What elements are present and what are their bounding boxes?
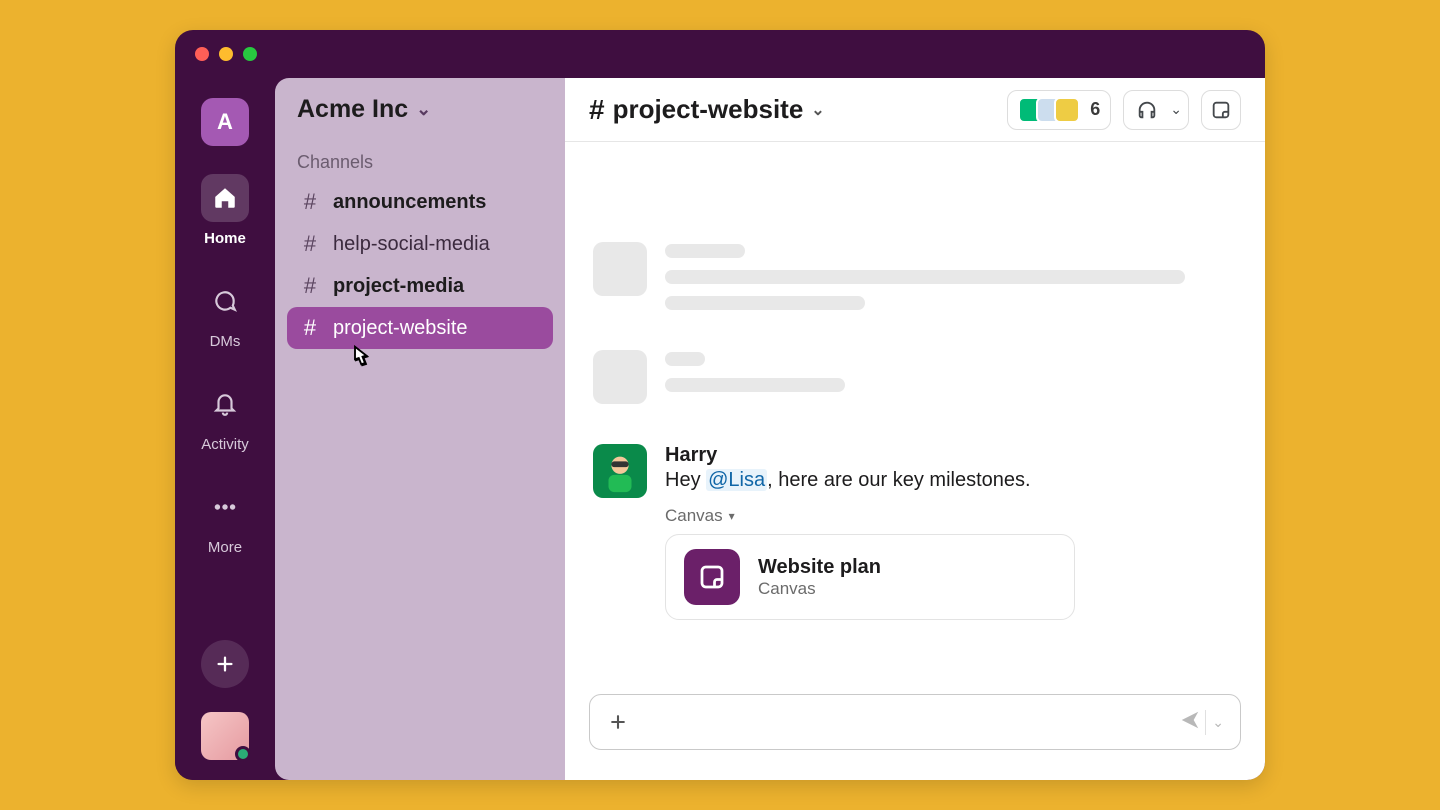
attachment-toggle[interactable]: Canvas ▾ [665,506,1237,526]
send-options-button[interactable]: ⌄ [1205,710,1230,735]
mention[interactable]: @Lisa [706,469,767,491]
create-button[interactable] [201,640,249,688]
message: Harry Hey @Lisa, here are our key milest… [593,444,1237,620]
hash-icon: # [301,189,319,215]
hash-icon: # [589,94,605,126]
more-icon [212,494,238,520]
rail-item-label: More [208,539,242,556]
member-avatars [1018,97,1080,123]
user-avatar[interactable] [201,712,249,760]
message-list: Harry Hey @Lisa, here are our key milest… [565,142,1265,682]
rail-item-label: Activity [201,436,249,453]
rail-item-activity[interactable]: Activity [201,380,249,453]
workspace-name: Acme Inc [297,95,408,124]
canvas-attachment[interactable]: Website plan Canvas [665,534,1075,620]
workspace-badge[interactable]: A [201,98,249,146]
canvas-file-icon [684,549,740,605]
dms-icon [212,288,238,314]
composer-add-button[interactable] [600,704,636,740]
channel-name: announcements [333,191,486,214]
caret-down-icon: ▾ [729,509,735,523]
members-button[interactable]: 6 [1007,90,1111,130]
skeleton-message [593,350,1237,404]
send-icon [1179,709,1201,731]
hash-icon: # [301,315,319,341]
home-icon [212,185,238,211]
plus-icon [214,653,236,675]
maximize-window-button[interactable] [243,47,257,61]
hash-icon: # [301,231,319,257]
rail-item-more[interactable]: More [201,483,249,556]
workspace-switcher[interactable]: Acme Inc ⌄ [275,78,565,140]
presence-indicator [235,746,251,762]
channel-title[interactable]: # project-website ⌄ [589,94,825,126]
headphones-icon [1136,99,1158,121]
channel-name: help-social-media [333,233,490,256]
hash-icon: # [301,273,319,299]
channel-announcements[interactable]: # announcements [287,181,553,223]
message-author[interactable]: Harry [665,444,1237,467]
chevron-down-icon: ⌄ [1170,101,1182,118]
chevron-down-icon: ⌄ [811,100,824,120]
channel-project-media[interactable]: # project-media [287,265,553,307]
message-composer[interactable]: ⌄ [589,694,1241,750]
channels-section-label: Channels [275,140,565,181]
rail-item-home[interactable]: Home [201,174,249,247]
rail-item-label: DMs [210,333,241,350]
channel-header: # project-website ⌄ 6 ⌄ [565,78,1265,142]
chevron-down-icon: ⌄ [416,99,431,120]
message-text: Hey @Lisa, here are our key milestones. [665,469,1237,492]
canvas-button[interactable] [1201,90,1241,130]
member-count: 6 [1090,99,1100,120]
rail-item-dms[interactable]: DMs [201,277,249,350]
channel-sidebar: Acme Inc ⌄ Channels # announcements # he… [275,78,565,780]
main-panel: # project-website ⌄ 6 ⌄ [565,78,1265,780]
titlebar [175,30,1265,78]
app-window: A Home DMs Activity [175,30,1265,780]
nav-rail: A Home DMs Activity [175,78,275,780]
channel-name: project-website [333,317,468,340]
channel-name: project-media [333,275,464,298]
minimize-window-button[interactable] [219,47,233,61]
canvas-icon [1210,99,1232,121]
channel-help-social-media[interactable]: # help-social-media [287,223,553,265]
skeleton-message [593,242,1237,310]
plus-icon [608,712,628,732]
send-button[interactable] [1179,709,1201,736]
composer-input[interactable] [646,712,1169,732]
message-avatar[interactable] [593,444,647,498]
channel-list: # announcements # help-social-media # pr… [275,181,565,349]
canvas-subtitle: Canvas [758,579,881,599]
canvas-title: Website plan [758,556,881,579]
huddle-button[interactable]: ⌄ [1123,90,1189,130]
current-channel-name: project-website [613,94,804,125]
cursor-icon [345,343,565,378]
close-window-button[interactable] [195,47,209,61]
rail-item-label: Home [204,230,246,247]
bell-icon [212,391,238,417]
